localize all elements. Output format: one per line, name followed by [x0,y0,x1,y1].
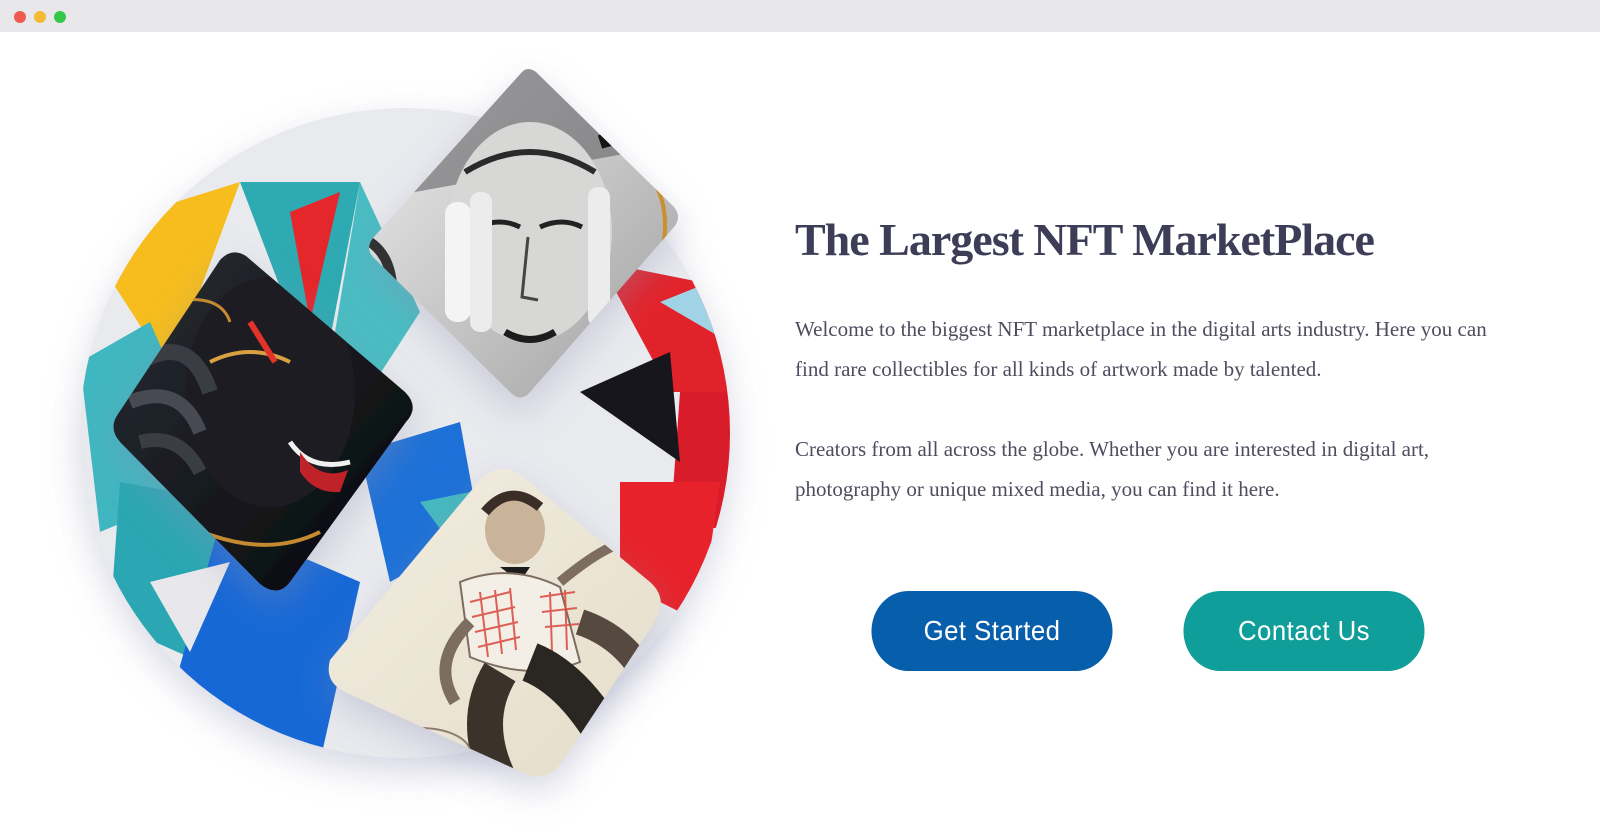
contact-us-button[interactable]: Contact Us [1183,591,1425,671]
creators-paragraph: Creators from all across the globe. Whet… [795,437,1430,502]
intro-paragraph: Welcome to the biggest NFT marketplace i… [795,317,1487,382]
maximize-window-button[interactable] [54,11,66,23]
hero-content: The Largest NFT MarketPlace Welcome to t… [795,212,1515,509]
page-title: The Largest NFT MarketPlace [795,214,1375,265]
artwork-collage [60,62,780,802]
window-title-bar [0,0,1600,33]
artwork-collage-graphic [80,69,730,777]
hero-section: The Largest NFT MarketPlace Welcome to t… [0,32,1600,830]
minimize-window-button[interactable] [34,11,46,23]
get-started-button[interactable]: Get Started [871,591,1113,671]
close-window-button[interactable] [14,11,26,23]
